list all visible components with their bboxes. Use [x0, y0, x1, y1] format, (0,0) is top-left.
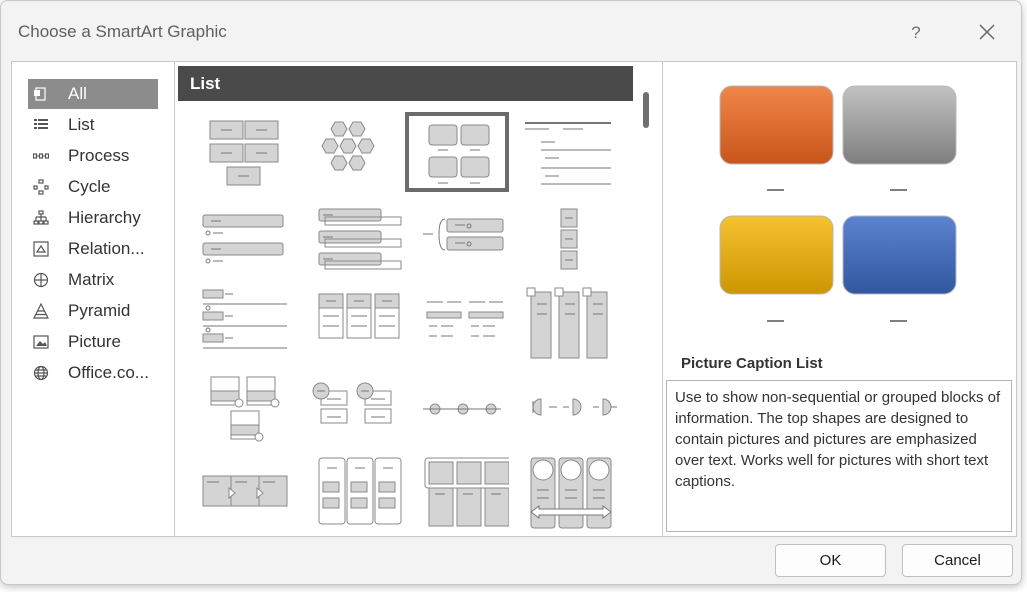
- layout-lined-list[interactable]: [405, 197, 509, 277]
- layout-table-hierarchy[interactable]: [405, 454, 509, 534]
- hierarchy-icon: [32, 209, 50, 227]
- category-list[interactable]: List: [28, 110, 158, 140]
- help-button[interactable]: ?: [899, 17, 933, 49]
- category-label: Matrix: [68, 270, 115, 289]
- category-matrix[interactable]: Matrix: [28, 265, 158, 295]
- category-picture[interactable]: Picture: [28, 327, 158, 357]
- preview-title: Picture Caption List: [681, 355, 823, 372]
- category-process[interactable]: Process: [28, 141, 158, 171]
- layout-basic-block-list[interactable]: [191, 112, 295, 192]
- layout-pictured-bullet-list[interactable]: [405, 282, 509, 362]
- category-all[interactable]: All: [28, 79, 158, 109]
- gallery-header-label: List: [190, 74, 221, 93]
- layout-picture-caption-list[interactable]: [405, 112, 509, 192]
- globe-icon: [32, 364, 50, 382]
- list-icon: [32, 116, 50, 134]
- category-cycle[interactable]: Cycle: [28, 172, 158, 202]
- preview-block-4: [842, 215, 957, 295]
- category-label: Cycle: [68, 177, 111, 196]
- category-label: Hierarchy: [68, 208, 141, 227]
- layout-horizontal-bullet-list[interactable]: [191, 197, 295, 277]
- pyramid-icon: [32, 302, 50, 320]
- close-button[interactable]: [970, 17, 1004, 49]
- ok-button[interactable]: OK: [775, 544, 886, 577]
- preview-description: Use to show non-sequential or grouped bl…: [666, 380, 1012, 532]
- layout-circle-accent-list[interactable]: [299, 367, 403, 447]
- category-hierarchy[interactable]: Hierarchy: [28, 203, 158, 233]
- layout-half-circle-list[interactable]: [519, 367, 623, 447]
- preview-block-2: [842, 85, 957, 165]
- category-relationship[interactable]: Relation...: [28, 234, 158, 264]
- category-pyramid[interactable]: Pyramid: [28, 296, 158, 326]
- matrix-icon: [32, 271, 50, 289]
- preview-pane: Picture Caption List Use to show non-seq…: [663, 62, 1016, 536]
- category-label: Picture: [68, 332, 121, 351]
- dialog-title: Choose a SmartArt Graphic: [18, 22, 227, 41]
- layout-vertical-bullet-list[interactable]: [519, 112, 623, 192]
- category-label: Process: [68, 146, 130, 165]
- gallery-header: List: [178, 66, 633, 101]
- layout-stacked-list[interactable]: [299, 197, 403, 277]
- process-icon: [32, 147, 50, 165]
- category-label: Relation...: [68, 239, 145, 258]
- layout-hexagon-cluster[interactable]: [299, 112, 403, 192]
- category-label: List: [68, 115, 95, 134]
- layout-picture-accent-list[interactable]: [191, 367, 295, 447]
- layout-bullet-circle-process[interactable]: [405, 367, 509, 447]
- category-list: All List Process Cycle Hierarchy Relatio…: [12, 62, 175, 536]
- category-label: Office.co...: [68, 363, 149, 382]
- preview-image: [719, 85, 957, 322]
- cancel-button[interactable]: Cancel: [902, 544, 1013, 577]
- layout-vertical-box-list[interactable]: [519, 197, 623, 277]
- layout-trapezoid-list[interactable]: [191, 282, 295, 362]
- preview-block-1: [719, 85, 834, 165]
- picture-icon: [32, 333, 50, 351]
- all-icon: [32, 85, 50, 103]
- dialog-content: All List Process Cycle Hierarchy Relatio…: [11, 61, 1017, 537]
- close-icon: [979, 24, 995, 40]
- layout-vertical-bracket-list[interactable]: [299, 454, 403, 534]
- gallery-scrollbar[interactable]: [643, 92, 649, 128]
- smartart-dialog: Choose a SmartArt Graphic ? All List Pro…: [0, 0, 1022, 585]
- cycle-icon: [32, 178, 50, 196]
- layout-table-list[interactable]: [299, 282, 403, 362]
- relationship-icon: [32, 240, 50, 258]
- layout-picture-strips[interactable]: [191, 454, 295, 534]
- category-label: All: [68, 84, 87, 103]
- title-bar: Choose a SmartArt Graphic ?: [1, 1, 1021, 57]
- preview-block-3: [719, 215, 834, 295]
- layout-circle-arrow-columns[interactable]: [519, 454, 623, 534]
- category-office-com[interactable]: Office.co...: [28, 358, 158, 388]
- layout-gallery: List: [175, 62, 663, 536]
- layout-vertical-chevron-list[interactable]: [519, 282, 623, 362]
- category-label: Pyramid: [68, 301, 131, 320]
